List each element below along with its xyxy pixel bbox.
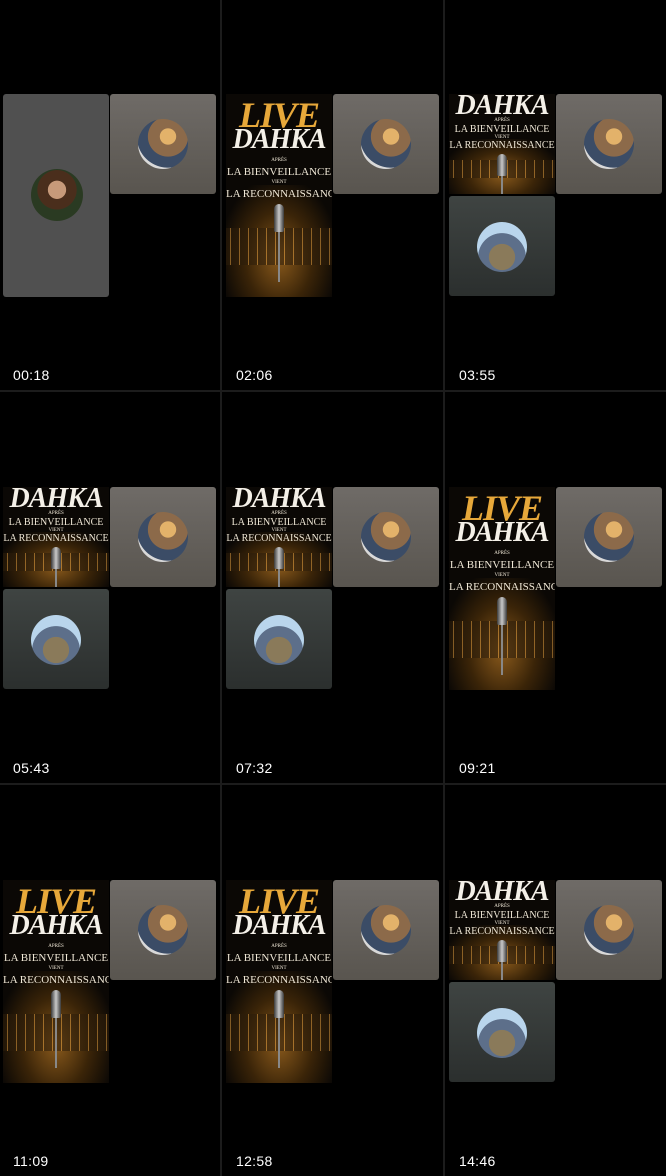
- participant-tile-host: [110, 880, 216, 980]
- poster-apres-text: APRÈS: [48, 944, 64, 949]
- poster-dahka-text: DAHKA: [9, 910, 103, 941]
- thumbnail-grid: 00:18 LIVE DAHKA APRÈS LA BIENVEILLANCE …: [0, 0, 666, 1176]
- participant-tile-user: [3, 94, 109, 297]
- poster-apres-text: APRÈS: [48, 511, 64, 516]
- flag-avatar-icon: [477, 222, 527, 272]
- grid-cell-3[interactable]: DAHKA APRÈS LA BIENVEILLANCE VIENT LA RE…: [446, 0, 666, 390]
- microphone-icon: [497, 597, 507, 625]
- timestamp: 05:43: [13, 760, 50, 776]
- participant-tile-guest: [226, 589, 332, 689]
- participant-tile-host: [333, 94, 439, 194]
- poster-line1-text: LA BIENVEILLANCE: [226, 952, 332, 964]
- grid-cell-4[interactable]: DAHKA APRÈS LA BIENVEILLANCE VIENT LA RE…: [0, 393, 220, 783]
- poster-vient-text: VIENT: [48, 966, 64, 971]
- poster-line2-text: LA RECONNAISSANCE: [226, 533, 332, 544]
- event-poster: DAHKA APRÈS LA BIENVEILLANCE VIENT LA RE…: [3, 487, 109, 587]
- participant-tile-host: [556, 487, 662, 587]
- poster-line1-text: LA BIENVEILLANCE: [454, 124, 550, 135]
- poster-line2-text: LA RECONNAISSANCE: [226, 974, 332, 986]
- poster-vient-text: VIENT: [494, 573, 510, 578]
- flag-avatar-icon: [31, 615, 81, 665]
- event-poster: DAHKA APRÈS LA BIENVEILLANCE VIENT LA RE…: [226, 487, 332, 587]
- grid-cell-6[interactable]: LIVE DAHKA APRÈS LA BIENVEILLANCE VIENT …: [446, 393, 666, 783]
- poster-vient-text: VIENT: [271, 180, 287, 185]
- poster-line1-text: LA BIENVEILLANCE: [3, 952, 109, 964]
- host-avatar-icon: [361, 905, 411, 955]
- timestamp: 00:18: [13, 367, 50, 383]
- grid-divider: [220, 0, 222, 1176]
- host-avatar-icon: [584, 512, 634, 562]
- grid-cell-1[interactable]: 00:18: [0, 0, 220, 390]
- woman-avatar-icon: [31, 169, 83, 221]
- microphone-icon: [497, 940, 507, 962]
- poster-dahka-text: DAHKA: [232, 910, 326, 941]
- microphone-icon: [274, 547, 284, 569]
- microphone-icon: [497, 154, 507, 176]
- poster-line1-text: LA BIENVEILLANCE: [449, 559, 555, 571]
- host-avatar-icon: [361, 512, 411, 562]
- grid-cell-5[interactable]: DAHKA APRÈS LA BIENVEILLANCE VIENT LA RE…: [223, 393, 443, 783]
- poster-line1-text: LA BIENVEILLANCE: [231, 517, 327, 528]
- grid-cell-2[interactable]: LIVE DAHKA APRÈS LA BIENVEILLANCE VIENT …: [223, 0, 443, 390]
- host-avatar-icon: [584, 905, 634, 955]
- grid-cell-9[interactable]: DAHKA APRÈS LA BIENVEILLANCE VIENT LA RE…: [446, 786, 666, 1176]
- poster-line1-text: LA BIENVEILLANCE: [226, 166, 332, 178]
- host-avatar-icon: [584, 119, 634, 169]
- grid-cell-7[interactable]: LIVE DAHKA APRÈS LA BIENVEILLANCE VIENT …: [0, 786, 220, 1176]
- microphone-icon: [274, 204, 284, 232]
- grid-divider: [0, 390, 666, 392]
- event-poster: LIVE DAHKA APRÈS LA BIENVEILLANCE VIENT …: [226, 880, 332, 1083]
- timestamp: 02:06: [236, 367, 273, 383]
- participant-tile-host: [110, 487, 216, 587]
- poster-apres-text: APRÈS: [271, 944, 287, 949]
- poster-line2-text: LA RECONNAISSANCE: [3, 533, 109, 544]
- poster-line2-text: LA RECONNAISSANCE: [449, 926, 555, 937]
- poster-apres-text: APRÈS: [494, 118, 510, 123]
- timestamp: 09:21: [459, 760, 496, 776]
- host-avatar-icon: [138, 119, 188, 169]
- poster-line2-text: LA RECONNAISSANCE: [3, 974, 109, 986]
- grid-cell-8[interactable]: LIVE DAHKA APRÈS LA BIENVEILLANCE VIENT …: [223, 786, 443, 1176]
- poster-apres-text: APRÈS: [494, 904, 510, 909]
- participant-tile-host: [556, 880, 662, 980]
- poster-dahka-text: DAHKA: [455, 517, 549, 548]
- event-poster: DAHKA APRÈS LA BIENVEILLANCE VIENT LA RE…: [449, 880, 555, 980]
- timestamp: 03:55: [459, 367, 496, 383]
- participant-tile-guest: [3, 589, 109, 689]
- event-poster: LIVE DAHKA APRÈS LA BIENVEILLANCE VIENT …: [3, 880, 109, 1083]
- microphone-icon: [51, 990, 61, 1018]
- poster-line2-text: LA RECONNAISSANCE: [226, 188, 332, 200]
- flag-avatar-icon: [254, 615, 304, 665]
- timestamp: 12:58: [236, 1153, 273, 1169]
- event-poster: LIVE DAHKA APRÈS LA BIENVEILLANCE VIENT …: [449, 487, 555, 690]
- timestamp: 11:09: [13, 1153, 49, 1169]
- event-poster: LIVE DAHKA APRÈS LA BIENVEILLANCE VIENT …: [226, 94, 332, 297]
- poster-vient-text: VIENT: [271, 966, 287, 971]
- microphone-icon: [51, 547, 61, 569]
- flag-avatar-icon: [477, 1008, 527, 1058]
- poster-apres-text: APRÈS: [494, 551, 510, 556]
- poster-line2-text: LA RECONNAISSANCE: [449, 140, 555, 151]
- poster-apres-text: APRÈS: [271, 511, 287, 516]
- host-avatar-icon: [138, 905, 188, 955]
- participant-tile-host: [110, 94, 216, 194]
- poster-dahka-text: DAHKA: [232, 124, 326, 155]
- participant-tile-host: [333, 880, 439, 980]
- microphone-icon: [274, 990, 284, 1018]
- timestamp: 07:32: [236, 760, 273, 776]
- grid-divider: [443, 0, 445, 1176]
- event-poster: DAHKA APRÈS LA BIENVEILLANCE VIENT LA RE…: [449, 94, 555, 194]
- timestamp: 14:46: [459, 1153, 496, 1169]
- host-avatar-icon: [361, 119, 411, 169]
- poster-line2-text: LA RECONNAISSANCE: [449, 581, 555, 593]
- participant-tile-guest: [449, 196, 555, 296]
- host-avatar-icon: [138, 512, 188, 562]
- poster-line1-text: LA BIENVEILLANCE: [454, 910, 550, 921]
- participant-tile-guest: [449, 982, 555, 1082]
- participant-tile-host: [333, 487, 439, 587]
- participant-tile-host: [556, 94, 662, 194]
- poster-apres-text: APRÈS: [271, 158, 287, 163]
- grid-divider: [0, 783, 666, 785]
- poster-line1-text: LA BIENVEILLANCE: [8, 517, 104, 528]
